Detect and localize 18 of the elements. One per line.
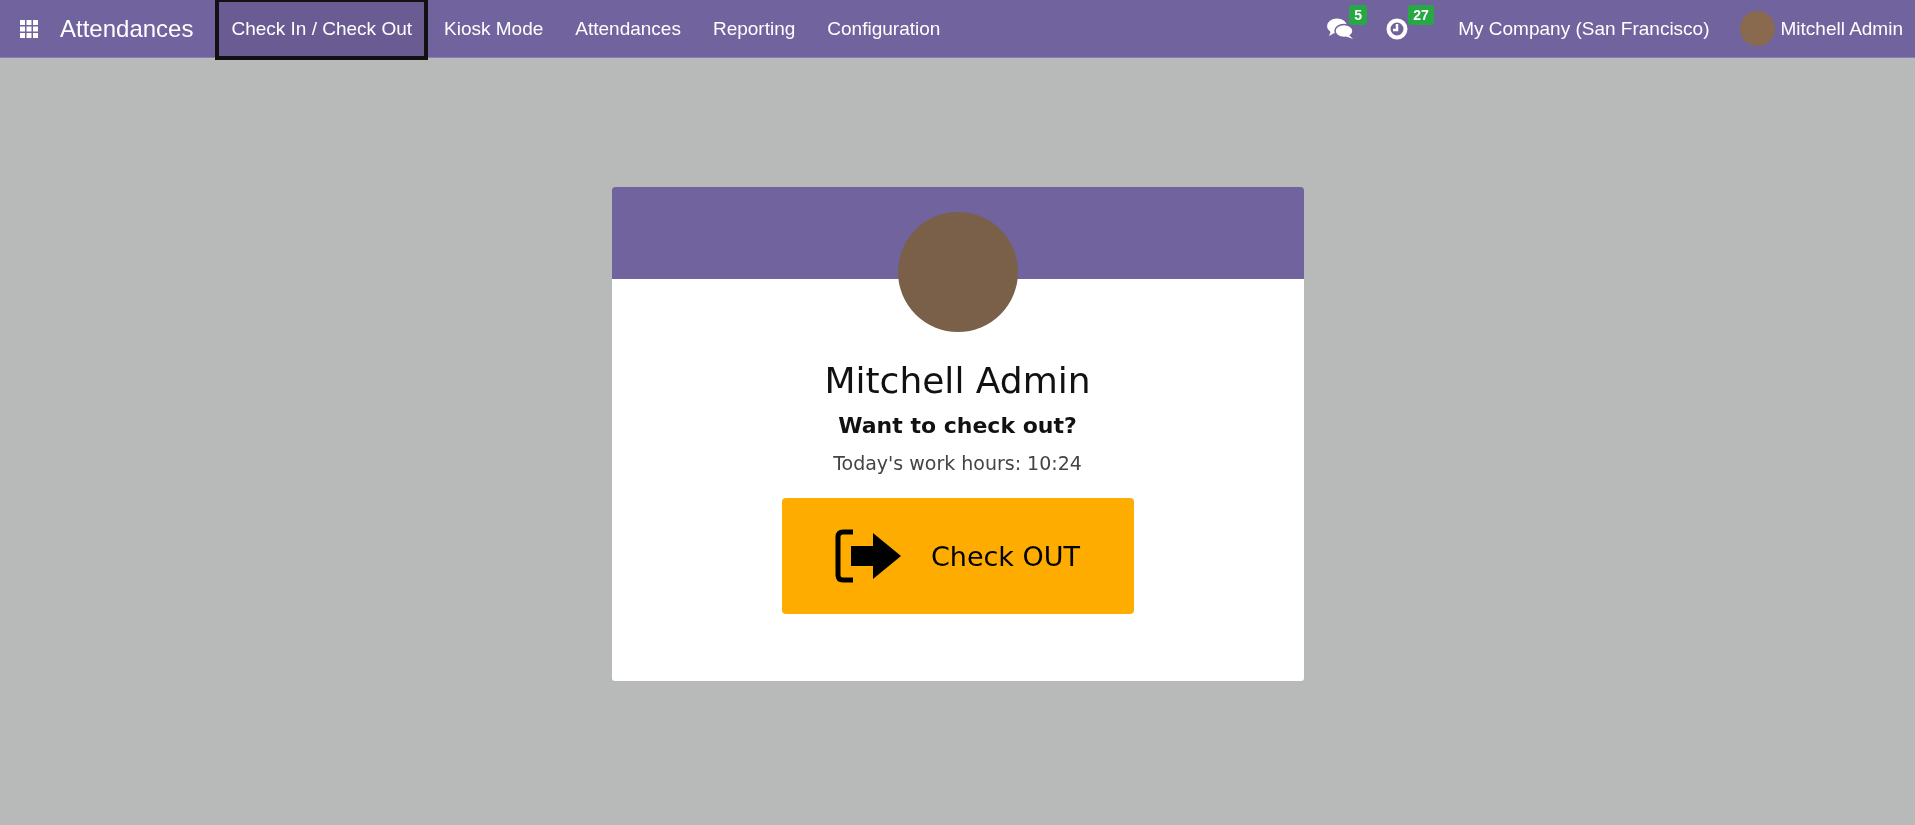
- sign-out-icon: [834, 528, 903, 584]
- message-count-badge: 5: [1349, 4, 1367, 25]
- menu-item[interactable]: Attendances: [559, 0, 697, 60]
- menu-item[interactable]: Kiosk Mode: [428, 0, 560, 60]
- menu-item[interactable]: Check In / Check Out: [215, 0, 428, 60]
- check-out-prompt: Want to check out?: [838, 413, 1077, 438]
- apps-menu-icon[interactable]: [20, 19, 38, 38]
- employee-name: Mitchell Admin: [824, 360, 1091, 401]
- menu-item[interactable]: Reporting: [696, 0, 812, 60]
- app-title[interactable]: Attendances: [60, 14, 194, 43]
- activity-count-badge: 27: [1408, 4, 1434, 25]
- company-switcher[interactable]: My Company (San Francisco): [1458, 17, 1710, 40]
- menu-item[interactable]: Configuration: [811, 0, 957, 60]
- clock-icon[interactable]: [1386, 17, 1409, 40]
- user-menu[interactable]: Mitchell Admin: [1780, 17, 1903, 40]
- work-hours-text: Today's work hours: 10:24: [833, 452, 1082, 474]
- chat-icon[interactable]: [1327, 17, 1355, 40]
- check-out-button[interactable]: Check OUT: [781, 498, 1134, 614]
